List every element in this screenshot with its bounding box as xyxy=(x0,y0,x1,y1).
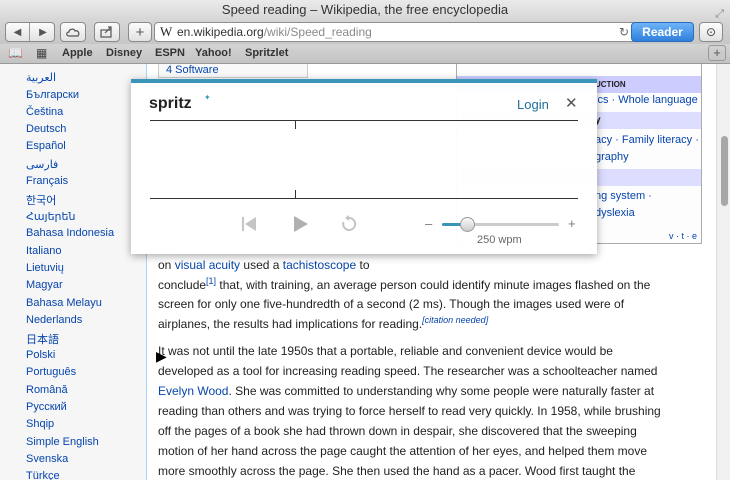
language-sidebar: العربية Български Čeština Deutsch Españo… xyxy=(0,64,146,480)
spritz-focus-tick-top xyxy=(295,121,296,129)
cloud-icon xyxy=(66,28,80,37)
lang-link[interactable]: Lietuvių xyxy=(26,262,64,274)
bookmark-spritzlet[interactable]: Spritzlet xyxy=(245,47,288,59)
speed-slider[interactable] xyxy=(442,217,559,232)
article-line: motion of her hand across the page caugh… xyxy=(158,444,647,458)
spritz-login-link[interactable]: Login xyxy=(517,97,549,112)
lang-link[interactable]: Deutsch xyxy=(26,123,66,135)
navbox-link[interactable]: acy · Family literacy · xyxy=(595,134,699,146)
lang-link[interactable]: Português xyxy=(26,366,76,378)
vertical-scrollbar[interactable] xyxy=(716,64,730,480)
close-icon[interactable]: ✕ xyxy=(565,94,578,112)
bookmark-espn[interactable]: ESPN xyxy=(155,47,185,59)
article-line: on visual acuity used a tachistoscope to xyxy=(158,258,370,272)
lang-link[interactable]: Italiano xyxy=(26,245,61,257)
article-line: developed as a tool for increasing readi… xyxy=(158,364,658,378)
downloads-button[interactable]: ⊙ xyxy=(699,22,723,42)
add-bookmark-button[interactable]: + xyxy=(708,45,726,61)
article-line: Evelyn Wood. She was committed to unders… xyxy=(158,384,655,398)
navbox-vte[interactable]: v · t · e xyxy=(669,231,697,241)
reader-button[interactable]: Reader xyxy=(631,22,694,42)
link-visual-acuity[interactable]: visual acuity xyxy=(175,258,240,272)
lang-link[interactable]: Հայերեն xyxy=(26,210,75,223)
lang-link[interactable]: Español xyxy=(26,140,66,152)
lang-link[interactable]: Čeština xyxy=(26,106,63,118)
skip-back-icon[interactable] xyxy=(239,214,259,240)
lang-link[interactable]: Türkçe xyxy=(26,470,60,480)
new-tab-button[interactable]: + xyxy=(128,22,152,42)
speed-increase-button[interactable]: + xyxy=(568,216,576,231)
lang-link[interactable]: Български xyxy=(26,89,79,101)
spritz-logo-mark-icon: ✦ xyxy=(204,93,211,102)
book-icon[interactable]: 📖 xyxy=(8,46,23,60)
lang-link[interactable]: Magyar xyxy=(26,279,63,291)
article-line: more smoothly across the page. She then … xyxy=(158,464,636,478)
download-icon: ⊙ xyxy=(705,25,717,39)
lang-link[interactable]: العربية xyxy=(26,71,56,84)
article-line: off the pages of a book she had thrown d… xyxy=(158,424,637,438)
lang-link[interactable]: Shqip xyxy=(26,418,54,430)
lang-link[interactable]: Română xyxy=(26,384,68,396)
spritz-logo: spritz xyxy=(149,95,192,112)
spritz-reader-popup: spritz ✦ Login ✕ – + 250 wpm xyxy=(131,79,597,254)
lang-link[interactable]: Polski xyxy=(26,349,55,361)
lang-link[interactable]: Bahasa Indonesia xyxy=(26,227,114,239)
window-titlebar: Speed reading – Wikipedia, the free ency… xyxy=(0,0,730,20)
share-button[interactable] xyxy=(94,22,120,42)
back-icon[interactable]: ◀ xyxy=(6,23,30,41)
spritz-reticle-bottom xyxy=(150,198,578,199)
navbox-link[interactable]: ics · Whole language xyxy=(595,94,698,106)
share-icon xyxy=(100,26,112,38)
article-line: screen for only one five-hundredth of a … xyxy=(158,297,625,311)
article-line: airplanes, the results had implications … xyxy=(158,315,489,332)
play-icon[interactable] xyxy=(290,214,310,240)
article-line: It was not until the late 1950s that a p… xyxy=(158,344,613,358)
reload-icon[interactable]: ↻ xyxy=(619,23,629,41)
icloud-tabs-button[interactable] xyxy=(60,22,86,42)
lang-link[interactable]: Русский xyxy=(26,401,67,413)
speed-wpm-label: 250 wpm xyxy=(477,234,522,246)
mouse-cursor-icon: ▶ xyxy=(156,348,167,364)
lang-link[interactable]: Nederlands xyxy=(26,314,82,326)
plus-icon: + xyxy=(135,23,145,41)
grid-icon[interactable]: ▦ xyxy=(36,46,47,60)
lang-link[interactable]: Bahasa Melayu xyxy=(26,297,102,309)
navbox-link[interactable]: graphy xyxy=(595,151,629,163)
forward-icon[interactable]: ▶ xyxy=(31,23,55,41)
link-tachistoscope[interactable]: tachistoscope xyxy=(283,258,356,272)
article-line: reading than others and was trying to fo… xyxy=(158,404,661,418)
lang-link[interactable]: Simple English xyxy=(26,436,99,448)
article-line: conclude[1] that, with training, an aver… xyxy=(158,276,651,293)
lang-link[interactable]: 한국어 xyxy=(26,192,56,208)
wikipedia-favicon: W xyxy=(160,24,173,39)
spritz-reticle-top xyxy=(150,120,578,121)
navbox-link[interactable]: ng system · xyxy=(595,190,652,202)
spritz-focus-tick-bottom xyxy=(295,190,296,198)
back-forward-group: ◀ ▶ xyxy=(5,22,55,42)
bookmark-apple[interactable]: Apple xyxy=(62,47,93,59)
link-evelyn-wood[interactable]: Evelyn Wood xyxy=(158,384,228,398)
replay-icon[interactable] xyxy=(339,214,359,240)
citation-1[interactable]: [1] xyxy=(206,276,216,286)
lang-link[interactable]: 日本語 xyxy=(26,331,59,347)
toc-item-software[interactable]: 4 Software xyxy=(166,64,219,76)
speed-decrease-button[interactable]: – xyxy=(425,216,432,231)
lang-link[interactable]: فارسی xyxy=(26,158,58,171)
window-title: Speed reading – Wikipedia, the free ency… xyxy=(221,2,509,17)
url-host: en.wikipedia.org xyxy=(177,25,264,39)
bookmarks-bar: 📖 ▦ Apple Disney ESPN Yahoo! Spritzlet + xyxy=(0,44,730,64)
lang-link[interactable]: Svenska xyxy=(26,453,68,465)
url-path: /wiki/Speed_reading xyxy=(263,25,372,39)
scroll-thumb[interactable] xyxy=(721,136,728,206)
citation-needed[interactable]: [citation needed] xyxy=(422,315,488,325)
navbox-link[interactable]: dyslexia xyxy=(595,207,635,219)
lang-link[interactable]: Français xyxy=(26,175,68,187)
address-bar[interactable]: W en.wikipedia.org/wiki/Speed_reading ↻ xyxy=(154,22,636,42)
bookmark-yahoo[interactable]: Yahoo! xyxy=(195,47,232,59)
speed-slider-knob[interactable] xyxy=(459,217,475,232)
bookmark-disney[interactable]: Disney xyxy=(106,47,142,59)
